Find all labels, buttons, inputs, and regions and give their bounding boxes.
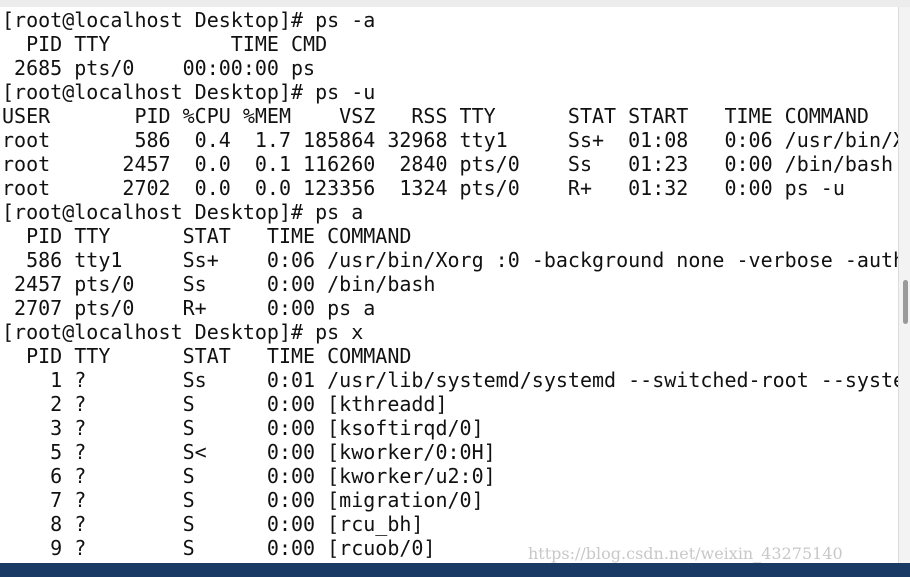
terminal-line: 2 ? S 0:00 [kthreadd]: [2, 392, 448, 416]
scrollbar-thumb[interactable]: [903, 280, 908, 324]
terminal-line: 8 ? S 0:00 [rcu_bh]: [2, 512, 424, 536]
watermark-text: https://blog.csdn.net/weixin_43275140: [528, 544, 843, 563]
terminal-line: root 2702 0.0 0.0 123356 1324 pts/0 R+ 0…: [2, 176, 845, 200]
terminal-line: 2685 pts/0 00:00:00 ps: [2, 56, 316, 80]
terminal-line: 586 tty1 Ss+ 0:06 /usr/bin/Xorg :0 -back…: [2, 248, 898, 272]
terminal-line: PID TTY STAT TIME COMMAND: [2, 224, 412, 248]
terminal-line: 3 ? S 0:00 [ksoftirqd/0]: [2, 416, 484, 440]
terminal-line: PID TTY STAT TIME COMMAND: [2, 344, 412, 368]
terminal-line: 6 ? S 0:00 [kworker/u2:0]: [2, 464, 496, 488]
terminal-line: 1 ? Ss 0:01 /usr/lib/systemd/systemd --s…: [2, 368, 898, 392]
terminal-line: 9 ? S 0:00 [rcuob/0]: [2, 536, 436, 560]
terminal-output[interactable]: [root@localhost Desktop]# ps -a PID TTY …: [0, 7, 898, 563]
terminal-line: [root@localhost Desktop]# ps x: [2, 320, 364, 344]
terminal-line: 2457 pts/0 Ss 0:00 /bin/bash: [2, 272, 436, 296]
terminal-line: PID TTY TIME CMD: [2, 32, 328, 56]
terminal-line: 2707 pts/0 R+ 0:00 ps a: [2, 296, 376, 320]
taskbar: [0, 563, 910, 577]
terminal-line: USER PID %CPU %MEM VSZ RSS TTY STAT STAR…: [2, 104, 869, 128]
terminal-line: root 586 0.4 1.7 185864 32968 tty1 Ss+ 0…: [2, 128, 898, 152]
terminal-line: [root@localhost Desktop]# ps -a: [2, 8, 376, 32]
terminal-line: [root@localhost Desktop]# ps a: [2, 200, 364, 224]
terminal-line: [root@localhost Desktop]# ps -u: [2, 80, 376, 104]
terminal-line: root 2457 0.0 0.1 116260 2840 pts/0 Ss 0…: [2, 152, 894, 176]
terminal-line: 7 ? S 0:00 [migration/0]: [2, 488, 484, 512]
terminal-line: 5 ? S< 0:00 [kworker/0:0H]: [2, 440, 496, 464]
